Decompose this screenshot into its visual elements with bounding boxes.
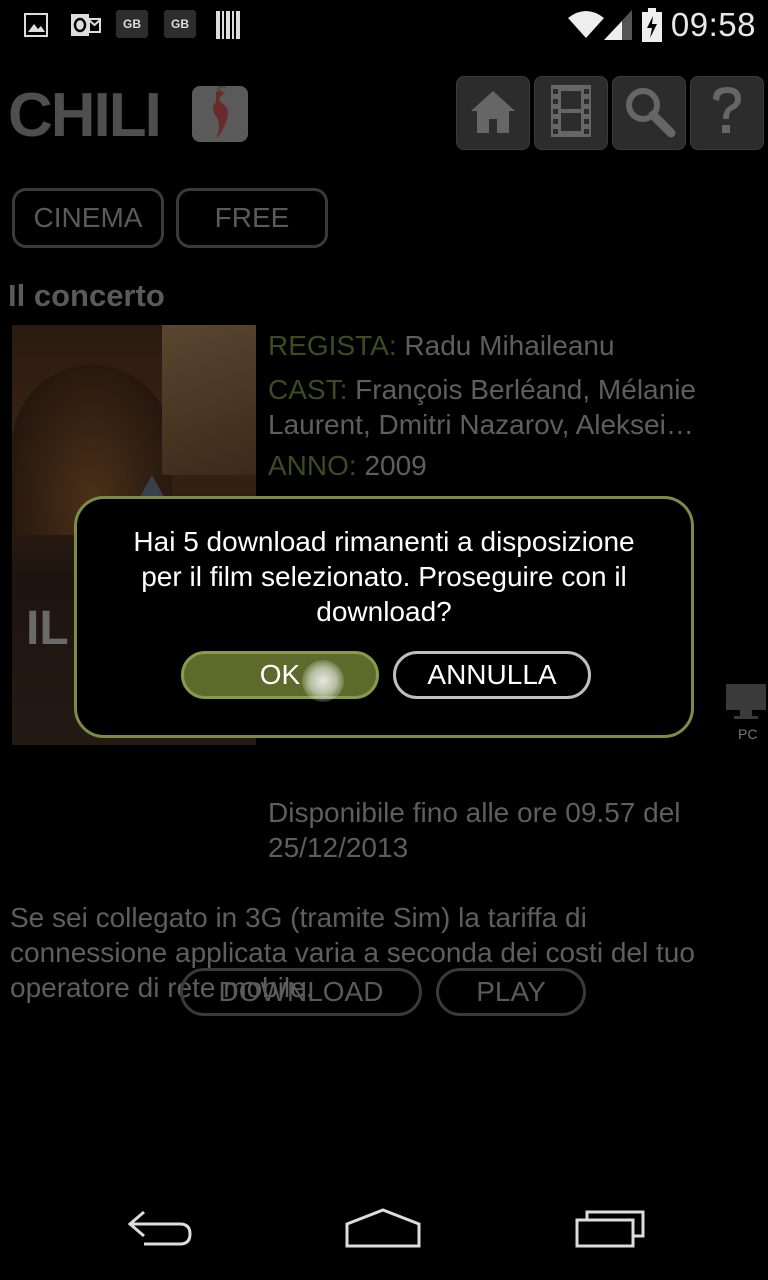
availability-line2: 25/12/2013 xyxy=(268,832,409,863)
movies-button[interactable] xyxy=(534,76,608,150)
director-value: Radu Mihaileanu xyxy=(404,330,615,361)
year-row: ANNO: 2009 xyxy=(268,448,427,483)
clock: 09:58 xyxy=(670,6,756,43)
availability-text: Disponibile fino alle ore 09.57 del 25/1… xyxy=(268,795,748,865)
home-icon xyxy=(345,1207,421,1253)
cinema-button[interactable]: CINEMA xyxy=(12,188,164,248)
cancel-button[interactable]: ANNULLA xyxy=(393,651,591,699)
dialog-message: Hai 5 download rimanenti a disposizione … xyxy=(97,524,671,629)
search-icon xyxy=(621,83,677,144)
cast-label: CAST: xyxy=(268,374,348,405)
back-icon xyxy=(124,1208,194,1253)
status-bar: GB GB 09:58 xyxy=(0,0,768,50)
battery-icon xyxy=(640,8,664,42)
ok-button[interactable]: OK xyxy=(181,651,379,699)
download-button[interactable]: DOWNLOAD xyxy=(180,968,422,1016)
barcode-icon xyxy=(214,10,242,40)
help-button[interactable] xyxy=(690,76,764,150)
download-confirm-dialog: Hai 5 download rimanenti a disposizione … xyxy=(74,496,694,738)
pepper-icon xyxy=(192,84,248,142)
search-button[interactable] xyxy=(612,76,686,150)
back-button[interactable] xyxy=(114,1200,204,1260)
availability-line1: Disponibile fino alle ore 09.57 del xyxy=(268,797,681,828)
cast-row: CAST: François Berléand, Mélanie Laurent… xyxy=(268,372,696,442)
cast-value-line2: Laurent, Dmitri Nazarov, Aleksei… xyxy=(268,409,694,440)
wifi-icon xyxy=(566,10,606,40)
free-button[interactable]: FREE xyxy=(176,188,328,248)
movie-title: Il concerto xyxy=(8,278,165,313)
signal-icon xyxy=(604,10,632,40)
home-icon xyxy=(465,83,521,144)
director-row: REGISTA: Radu Mihaileanu xyxy=(268,328,615,363)
cast-value-line1: François Berléand, Mélanie xyxy=(355,374,696,405)
home-nav-button[interactable] xyxy=(338,1200,428,1260)
dialog-line2: per il film selezionato. Proseguire con … xyxy=(141,561,627,592)
gb-badge-icon: GB xyxy=(116,10,148,38)
note-line2: connessione applicata varia a seconda de… xyxy=(10,937,695,968)
image-icon xyxy=(22,10,50,40)
play-button[interactable]: PLAY xyxy=(436,968,586,1016)
help-icon xyxy=(707,83,747,144)
chili-logo: CHILI xyxy=(8,78,248,150)
dialog-line1: Hai 5 download rimanenti a disposizione xyxy=(133,526,635,557)
navigation-bar xyxy=(0,1160,768,1280)
gb-badge-icon: GB xyxy=(164,10,196,38)
director-label: REGISTA: xyxy=(268,330,397,361)
pc-label: PC xyxy=(738,726,758,742)
recents-button[interactable] xyxy=(566,1200,656,1260)
logo-text: CHILI xyxy=(8,81,162,150)
year-value: 2009 xyxy=(364,450,427,481)
recents-icon xyxy=(575,1208,647,1253)
outlook-icon xyxy=(70,10,102,40)
year-label: ANNO: xyxy=(268,450,357,481)
film-icon xyxy=(547,83,595,144)
touch-indicator xyxy=(302,660,344,702)
home-button[interactable] xyxy=(456,76,530,150)
note-line1: Se sei collegato in 3G (tramite Sim) la … xyxy=(10,902,587,933)
dialog-line3: download? xyxy=(316,596,452,627)
